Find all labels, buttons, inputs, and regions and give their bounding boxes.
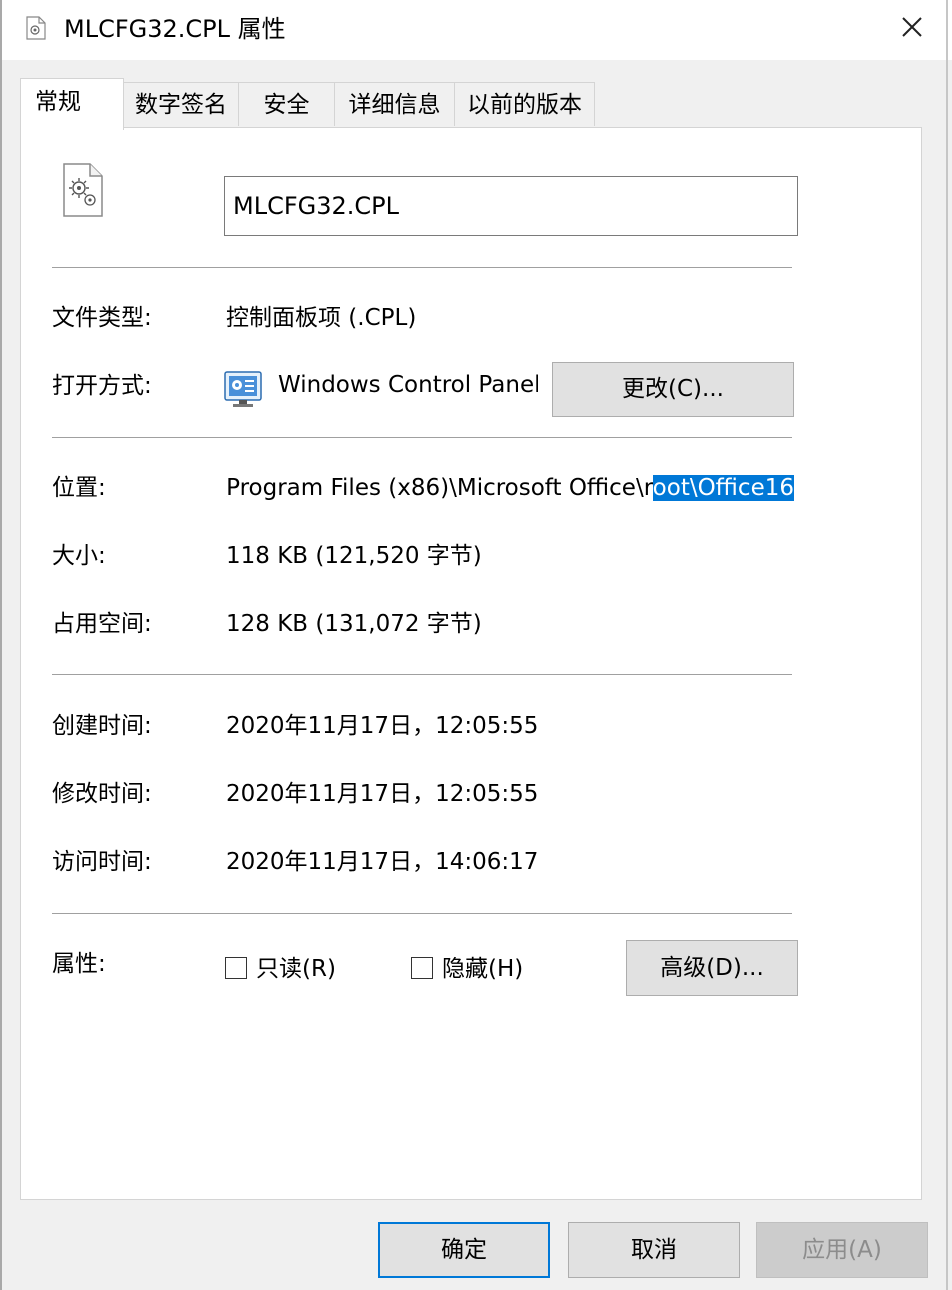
location-field[interactable]: C:\Program Files (x86)\Microsoft Office\…: [226, 470, 794, 506]
change-button[interactable]: 更改(C)...: [552, 362, 794, 417]
created-value: 2020年11月17日，12:05:55: [226, 713, 539, 739]
cancel-button[interactable]: 取消: [568, 1222, 740, 1278]
tab-security[interactable]: 安全: [238, 82, 335, 126]
tab-general[interactable]: 常规: [20, 78, 124, 130]
file-type-value: 控制面板项 (.CPL): [226, 305, 417, 331]
accessed-value: 2020年11月17日，14:06:17: [226, 849, 539, 875]
open-with-label: 打开方式:: [52, 373, 152, 399]
open-with-app-name: Windows Control Panel: [278, 372, 538, 398]
attributes-label: 属性:: [52, 951, 106, 977]
apply-button[interactable]: 应用(A): [756, 1222, 928, 1278]
size-on-disk-value: 128 KB (131,072 字节): [226, 611, 482, 637]
readonly-checkbox[interactable]: [225, 957, 247, 979]
location-selected-text: oot\Office16: [652, 475, 794, 501]
window-border-right: [946, 0, 948, 1290]
ok-button[interactable]: 确定: [378, 1222, 550, 1278]
close-icon: [901, 16, 923, 42]
file-name-input[interactable]: [224, 176, 798, 236]
separator: [52, 913, 792, 914]
hidden-label[interactable]: 隐藏(H): [442, 953, 523, 985]
size-label: 大小:: [52, 543, 106, 569]
settings-file-icon: [26, 16, 46, 40]
settings-file-icon: [62, 162, 104, 218]
file-type-label: 文件类型:: [52, 305, 152, 331]
window-border-left: [0, 0, 2, 1290]
separator: [52, 437, 792, 438]
modified-label: 修改时间:: [52, 781, 152, 807]
tab-details[interactable]: 详细信息: [334, 82, 455, 126]
size-value: 118 KB (121,520 字节): [226, 543, 482, 569]
hidden-checkbox[interactable]: [411, 957, 433, 979]
window-title: MLCFG32.CPL 属性: [64, 15, 286, 43]
location-text: C:\Program Files (x86)\Microsoft Office\…: [226, 475, 653, 501]
accessed-label: 访问时间:: [52, 849, 152, 875]
tab-digital-signatures[interactable]: 数字签名: [123, 82, 239, 126]
general-tab-panel: [20, 127, 922, 1200]
separator: [52, 674, 792, 675]
size-on-disk-label: 占用空间:: [52, 611, 152, 637]
tab-previous-versions[interactable]: 以前的版本: [454, 82, 595, 126]
separator: [52, 267, 792, 268]
location-label: 位置:: [52, 475, 106, 501]
advanced-button[interactable]: 高级(D)...: [626, 940, 798, 996]
close-button[interactable]: [886, 8, 938, 50]
created-label: 创建时间:: [52, 713, 152, 739]
control-panel-icon: [224, 370, 264, 408]
readonly-label[interactable]: 只读(R): [256, 953, 336, 985]
modified-value: 2020年11月17日，12:05:55: [226, 781, 539, 807]
